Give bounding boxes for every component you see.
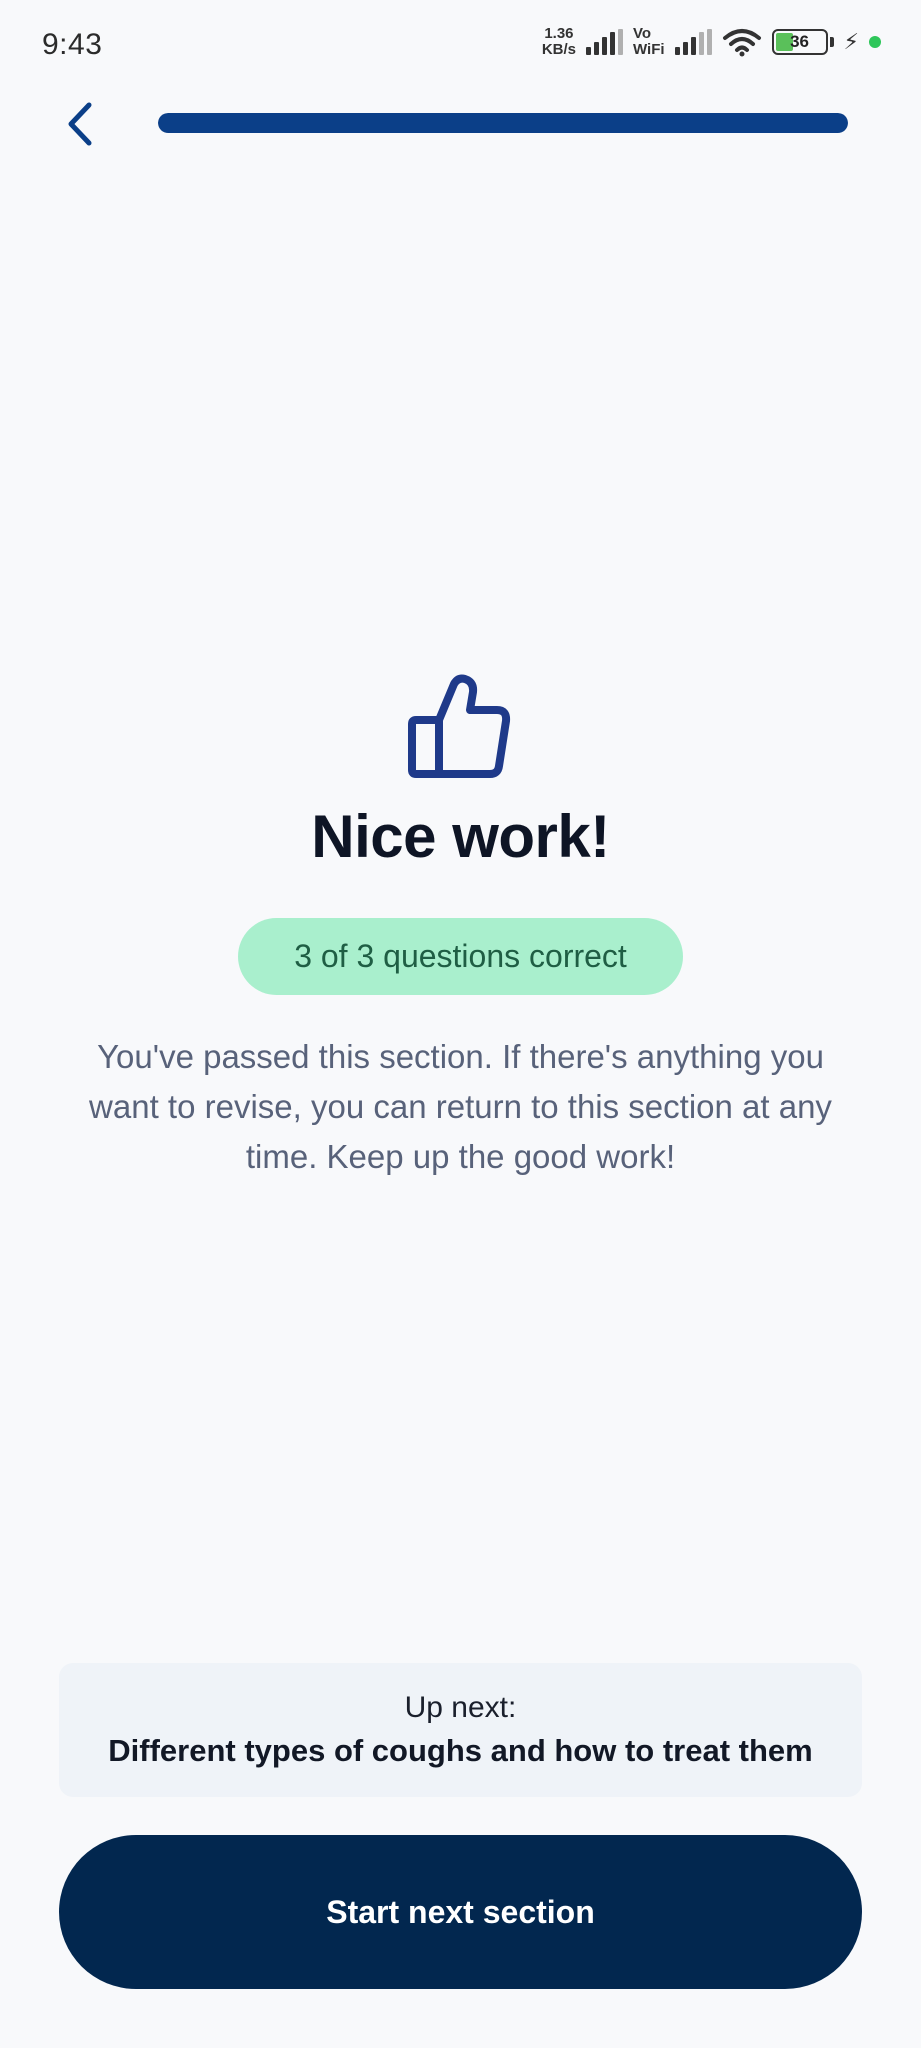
result-message: You've passed this section. If there's a… xyxy=(89,1038,832,1175)
start-next-section-button[interactable]: Start next section xyxy=(59,1835,862,1989)
quiz-progress-fill xyxy=(158,113,848,133)
score-badge: 3 of 3 questions correct xyxy=(238,918,683,995)
up-next-label: Up next: xyxy=(404,1691,517,1724)
status-time: 9:43 xyxy=(42,28,103,61)
network-speed: 1.36 KB/s xyxy=(542,26,576,58)
charging-bolt-icon: ⚡ xyxy=(843,29,859,54)
back-button[interactable] xyxy=(56,96,104,152)
chevron-left-icon xyxy=(68,102,92,146)
result-title: Nice work! xyxy=(311,803,610,870)
vowifi-top: Vo xyxy=(633,25,652,42)
status-bar: 9:43 1.36 KB/s Vo WiFi 36 ⚡ xyxy=(0,0,921,92)
up-next-section-title: Different types of coughs and how to tre… xyxy=(108,1733,813,1768)
status-icons: 1.36 KB/s Vo WiFi 36 ⚡ xyxy=(542,26,881,58)
battery-icon: 36 xyxy=(771,29,828,55)
cell-signal-icon xyxy=(586,29,624,55)
vowifi-bottom: WiFi xyxy=(633,41,665,58)
quiz-progress-bar xyxy=(158,113,848,133)
up-next-card: Up next: Different types of coughs and h… xyxy=(59,1663,862,1797)
vowifi-indicator: Vo WiFi xyxy=(633,26,665,58)
wifi-icon xyxy=(722,29,761,57)
battery-tip xyxy=(829,37,834,47)
privacy-dot-icon xyxy=(869,36,881,48)
battery-level: 36 xyxy=(790,32,809,51)
cell-signal-2-icon xyxy=(674,29,712,55)
network-speed-unit: KB/s xyxy=(541,41,577,58)
thumbs-up-icon xyxy=(408,674,511,778)
network-speed-value: 1.36 xyxy=(544,25,574,42)
quiz-result-screen: 9:43 1.36 KB/s Vo WiFi 36 ⚡ Nice work! 3… xyxy=(0,0,921,2048)
